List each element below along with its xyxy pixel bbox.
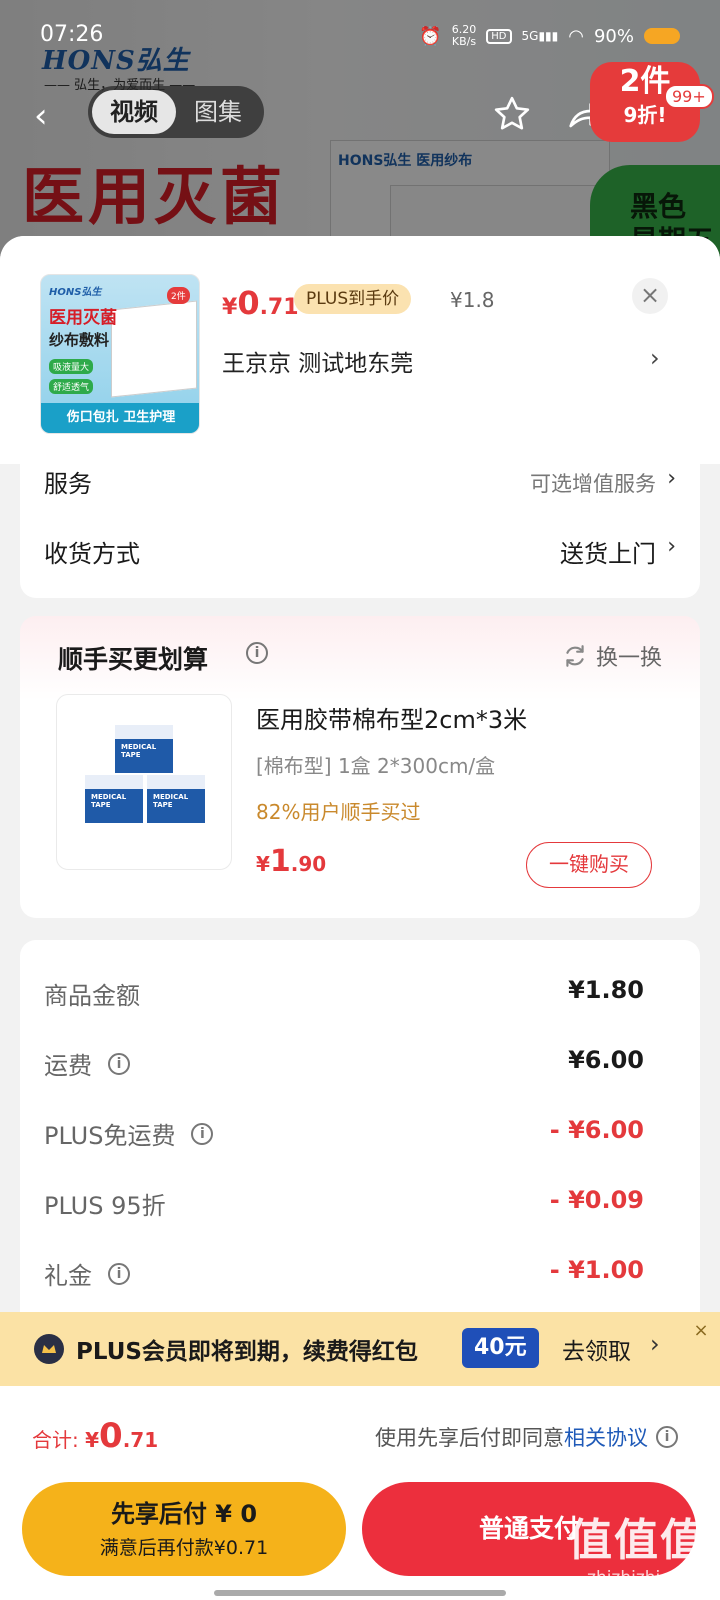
summary-row-goods: 商品金额 ¥1.80 <box>44 976 644 1016</box>
pay-later-button[interactable]: 先享后付 ¥ 0 满意后再付款¥0.71 <box>22 1482 346 1576</box>
thumb-chip: 吸液量大 <box>49 359 94 374</box>
info-icon[interactable]: i <box>108 1052 130 1075</box>
status-time: 07:26 <box>40 22 104 47</box>
info-icon[interactable]: i <box>656 1426 678 1448</box>
pay-later-sublabel: 满意后再付款¥0.71 <box>99 1537 269 1559</box>
one-click-buy-button[interactable]: 一键购买 <box>526 842 652 888</box>
battery-level: 90% <box>593 25 634 47</box>
recommend-product-price: ¥1.90 <box>256 844 327 879</box>
summary-value: - ¥0.09 <box>549 1186 644 1214</box>
recommend-product-stat: 82%用户顺手买过 <box>256 800 421 824</box>
signal-icon: 5G▮▮▮ <box>521 29 559 43</box>
recommend-product-image[interactable]: MEDICAL TAPE MEDICAL TAPE MEDICAL TAPE <box>56 694 232 870</box>
pay-later-label: 先享后付 ¥ 0 <box>110 1500 258 1528</box>
plus-crown-icon <box>34 1334 64 1364</box>
battery-icon <box>644 28 680 44</box>
status-bar: 07:26 ⏰ 6.20 KB/s HD 5G▮▮▮ ◠ 90% <box>0 18 720 58</box>
chevron-right-icon: › <box>667 466 676 491</box>
favorite-star-icon[interactable] <box>492 94 532 134</box>
thumb-bottom-banner: 伤口包扎 卫生护理 <box>41 403 199 433</box>
summary-value: - ¥6.00 <box>549 1116 644 1144</box>
plus-price-tag: PLUS到手价 <box>294 284 412 314</box>
close-icon[interactable]: × <box>688 1318 714 1344</box>
summary-label: PLUS 95折 <box>44 1192 166 1220</box>
network-speed: 6.20 KB/s <box>451 23 477 48</box>
tape-box: MEDICAL TAPE <box>145 773 207 825</box>
plus-renew-banner[interactable]: PLUS会员即将到期，续费得红包 40元 去领取 › × <box>0 1312 720 1386</box>
agreement-link[interactable]: 相关协议 <box>564 1426 648 1450</box>
plus-red-packet-amount: 40元 <box>462 1328 539 1368</box>
alarm-icon: ⏰ <box>419 25 442 47</box>
thumb-tag: 2件 <box>167 287 190 304</box>
delivery-method-value: 送货上门 <box>560 540 656 568</box>
thumb-brand: HONS弘生 <box>49 287 102 298</box>
summary-label: 礼金 <box>44 1262 92 1290</box>
chevron-right-icon: › <box>667 534 676 559</box>
summary-row-plus-shipping: PLUS免运费 i - ¥6.00 <box>44 1116 644 1156</box>
thumb-package <box>111 300 197 398</box>
close-icon[interactable]: × <box>632 278 668 314</box>
thumb-title: 医用灭菌 <box>49 308 117 328</box>
summary-value: - ¥1.00 <box>549 1256 644 1284</box>
summary-row-plus-discount: PLUS 95折 - ¥0.09 <box>44 1186 644 1226</box>
service-value: 可选增值服务 <box>530 472 656 496</box>
tab-video[interactable]: 视频 <box>92 90 176 134</box>
plus-claim-link[interactable]: 去领取 <box>562 1332 631 1366</box>
thumb-subtitle: 纱布敷料 <box>49 331 110 349</box>
refresh-label: 换一换 <box>595 646 662 671</box>
chevron-right-icon[interactable]: › <box>650 344 660 372</box>
info-icon[interactable]: i <box>246 642 268 664</box>
product-summary: HONS弘生 2件 医用灭菌 纱布敷料 吸液量大 舒适透气 伤口包扎 卫生护理 … <box>0 236 720 464</box>
order-total: 合计: ¥0.71 <box>32 1416 159 1456</box>
service-label: 服务 <box>44 470 92 498</box>
summary-value: ¥1.80 <box>568 976 644 1004</box>
refresh-icon <box>566 645 584 667</box>
summary-row-gift: 礼金 i - ¥1.00 <box>44 1256 644 1296</box>
wifi-icon: ◠ <box>568 25 584 47</box>
back-icon[interactable]: ‹ <box>34 96 48 136</box>
recommend-product-name[interactable]: 医用胶带棉布型2cm*3米 <box>256 700 527 735</box>
final-price: ¥0.71 <box>222 284 299 322</box>
original-price: ¥1.8 <box>450 288 495 312</box>
service-card: 服务 可选增值服务 › 收货方式 送货上门 › <box>20 456 700 598</box>
summary-label: PLUS免运费 <box>44 1122 176 1150</box>
product-thumbnail[interactable]: HONS弘生 2件 医用灭菌 纱布敷料 吸液量大 舒适透气 伤口包扎 卫生护理 <box>40 274 200 434</box>
tape-box: MEDICAL TAPE <box>113 723 175 775</box>
recommend-card: 顺手买更划算 i 换一换 MEDICAL TAPE MEDICAL TAPE M… <box>20 616 700 918</box>
hd-icon: HD <box>486 28 512 44</box>
cart-count-badge: 99+ <box>664 84 714 109</box>
info-icon[interactable]: i <box>108 1262 130 1285</box>
thumb-chip: 舒适透气 <box>49 379 94 394</box>
chevron-right-icon: › <box>650 1330 660 1358</box>
tape-box: MEDICAL TAPE <box>83 773 145 825</box>
info-icon[interactable]: i <box>191 1122 214 1145</box>
recommend-title: 顺手买更划算 <box>58 645 209 674</box>
order-summary-card: 商品金额 ¥1.80 运费 i ¥6.00 PLUS免运费 i - ¥6.00 PL… <box>20 940 700 1360</box>
summary-label: 商品金额 <box>44 982 140 1010</box>
recommend-product-spec: [棉布型] 1盒 2*300cm/盒 <box>256 754 496 778</box>
plus-banner-text: PLUS会员即将到期，续费得红包 <box>76 1339 418 1365</box>
summary-row-shipping: 运费 i ¥6.00 <box>44 1046 644 1086</box>
watermark-logo: 值值值 <box>568 1515 706 1566</box>
agreement-text: 使用先享后付即同意 <box>375 1426 564 1450</box>
home-indicator[interactable] <box>214 1590 506 1596</box>
delivery-address[interactable]: 王京京 测试地东莞 <box>222 344 413 378</box>
summary-value: ¥6.00 <box>568 1046 644 1074</box>
watermark-url: zhizhizhi.com <box>587 1568 702 1588</box>
refresh-button[interactable]: 换一换 <box>562 640 662 672</box>
summary-label: 运费 <box>44 1052 92 1080</box>
media-tab-switch[interactable]: 视频 图集 <box>88 86 264 138</box>
tab-gallery[interactable]: 图集 <box>176 90 260 134</box>
delivery-method-label: 收货方式 <box>44 540 140 568</box>
agreement-notice: 使用先享后付即同意相关协议 i <box>375 1422 678 1452</box>
